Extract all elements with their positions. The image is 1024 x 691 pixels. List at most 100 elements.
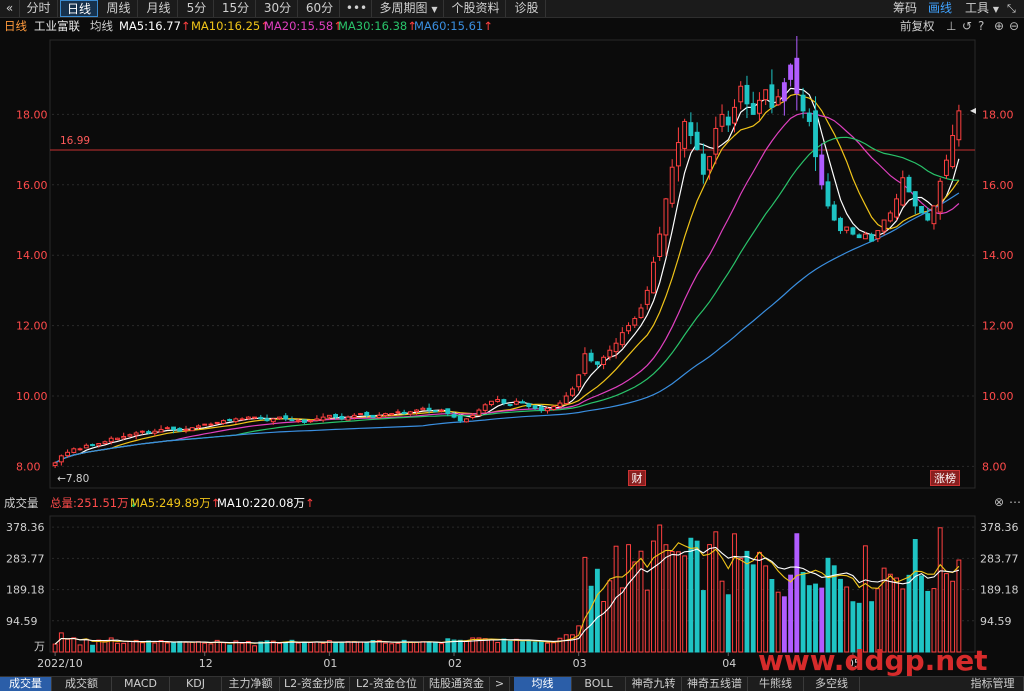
back-chevron-icon[interactable]: « <box>0 0 20 17</box>
candle-body <box>732 106 737 124</box>
lock-icon[interactable]: ⊥ <box>946 19 956 33</box>
volume-bar <box>420 641 426 653</box>
draw-line-button[interactable]: 画线 <box>928 0 952 17</box>
volume-bar <box>601 601 607 653</box>
candle-body <box>395 411 401 414</box>
top-toolbar: « 分时 日线 周线 月线 5分 15分 30分 60分 ••• 多周期图 ▼ … <box>0 0 1024 18</box>
tab-monthly[interactable]: 月线 <box>140 0 178 17</box>
candle-body <box>862 233 868 240</box>
volume-bar <box>220 642 226 653</box>
volume-bar <box>364 642 370 653</box>
candle-body <box>115 437 120 441</box>
candle-body <box>202 423 208 426</box>
stock-profile-button[interactable]: 个股资料 <box>446 0 506 17</box>
tab-magic-five[interactable]: 神奇五线谱 <box>682 677 748 691</box>
more-periods-button[interactable]: ••• <box>342 0 372 17</box>
volume-bar <box>644 589 650 653</box>
ma30-legend: MA30:16.38↑ <box>338 17 417 36</box>
volume-bar <box>520 641 526 653</box>
volume-bar <box>800 571 806 653</box>
more-tabs-chevron-icon[interactable]: > <box>490 677 510 691</box>
volume-bar <box>164 642 170 653</box>
diagnose-button[interactable]: 诊股 <box>508 0 546 17</box>
candle-body <box>781 82 787 102</box>
candle-body <box>912 191 918 207</box>
date-label: 03 <box>573 657 587 670</box>
volume-bar <box>121 642 127 653</box>
candle-body <box>651 261 656 294</box>
ma5-value: MA5:16.77 <box>119 19 181 33</box>
help-icon[interactable]: ? <box>978 19 984 33</box>
zoom-in-icon[interactable]: ⊕ <box>994 19 1004 33</box>
adjust-mode[interactable]: 前复权 <box>900 17 935 36</box>
tab-5min[interactable]: 5分 <box>180 0 214 17</box>
volume-bar <box>495 641 501 653</box>
volume-bar <box>283 641 289 653</box>
candle-body <box>520 401 526 404</box>
tab-fenshi[interactable]: 分时 <box>20 0 58 17</box>
indicator-type[interactable]: 均线 <box>90 17 113 36</box>
volume-bar <box>813 583 818 653</box>
date-label: 2022/10 <box>37 657 83 670</box>
tab-volume[interactable]: 成交量 <box>0 677 52 691</box>
tab-bull-bear[interactable]: 牛熊线 <box>748 677 804 691</box>
volume-bar <box>189 641 195 653</box>
indicator-manage-button[interactable]: 指标管理 <box>962 677 1024 691</box>
volume-bar <box>900 588 906 653</box>
volume-chart[interactable]: 378.36 378.36 283.77 283.77 189.18 189.18 94.5… <box>0 492 1024 676</box>
candle-body <box>220 420 226 424</box>
volume-bar <box>239 642 245 653</box>
chevron-down-icon: ▼ <box>992 5 999 14</box>
tools-dropdown[interactable]: 工具 ▼ <box>965 0 999 17</box>
volume-bar <box>594 568 600 653</box>
candle-body <box>339 415 345 420</box>
volume-bar <box>389 643 395 653</box>
volume-bar <box>277 642 282 653</box>
candle-body <box>451 414 457 418</box>
multi-period-dropdown[interactable]: 多周期图 ▼ <box>374 0 444 17</box>
event-tag-earnings[interactable]: 财 <box>628 470 646 486</box>
collapse-icon[interactable]: ⤡ <box>1007 0 1016 17</box>
price-chart[interactable]: 16.99 18.00 18.00 16.00 16.00 14.00 14.00 12.0… <box>0 36 1024 492</box>
tab-ma[interactable]: 均线 <box>514 677 572 691</box>
tab-macd[interactable]: MACD <box>112 677 170 691</box>
date-label: 04 <box>722 657 736 670</box>
volume-bar <box>763 565 769 653</box>
tab-30min[interactable]: 30分 <box>258 0 298 17</box>
volume-bar <box>77 644 83 653</box>
candle-body <box>52 462 58 467</box>
candle-body <box>96 443 102 446</box>
tab-15min[interactable]: 15分 <box>216 0 256 17</box>
tab-kdj[interactable]: KDJ <box>170 677 222 691</box>
volume-bar <box>146 640 152 653</box>
candle-body <box>725 116 731 126</box>
volume-bar <box>669 550 675 653</box>
tab-boll[interactable]: BOLL <box>572 677 626 691</box>
tab-l2-position[interactable]: L2-资金仓位 <box>350 677 424 691</box>
tab-magic-nine[interactable]: 神奇九转 <box>626 677 682 691</box>
price-tick-right: 18.00 <box>982 108 1014 121</box>
low-annotation: ←7.80 <box>57 473 89 485</box>
tab-l2-bottom[interactable]: L2-资金抄底 <box>280 677 350 691</box>
candle-body <box>744 84 750 105</box>
tab-northbound[interactable]: 陆股通资金 <box>424 677 490 691</box>
tab-weekly[interactable]: 周线 <box>100 0 138 17</box>
tab-long-short[interactable]: 多空线 <box>804 677 860 691</box>
volume-bar <box>532 641 538 653</box>
zoom-out-icon[interactable]: ⊖ <box>1009 19 1019 33</box>
chip-button[interactable]: 筹码 <box>893 0 917 17</box>
event-tag-top-gainers[interactable]: 涨榜 <box>930 470 960 486</box>
tab-60min[interactable]: 60分 <box>300 0 340 17</box>
candle-body <box>358 413 363 416</box>
volume-bar <box>912 539 918 653</box>
volume-bar <box>71 637 77 653</box>
tab-main-net[interactable]: 主力净额 <box>222 677 280 691</box>
undo-icon[interactable]: ↺ <box>962 19 972 33</box>
tab-turnover[interactable]: 成交额 <box>52 677 112 691</box>
tab-daily[interactable]: 日线 <box>60 0 98 17</box>
candle-body <box>495 399 501 402</box>
volume-bar <box>252 645 258 653</box>
volume-bar <box>208 643 214 653</box>
candle-body <box>351 414 357 418</box>
candle-body <box>850 227 856 235</box>
